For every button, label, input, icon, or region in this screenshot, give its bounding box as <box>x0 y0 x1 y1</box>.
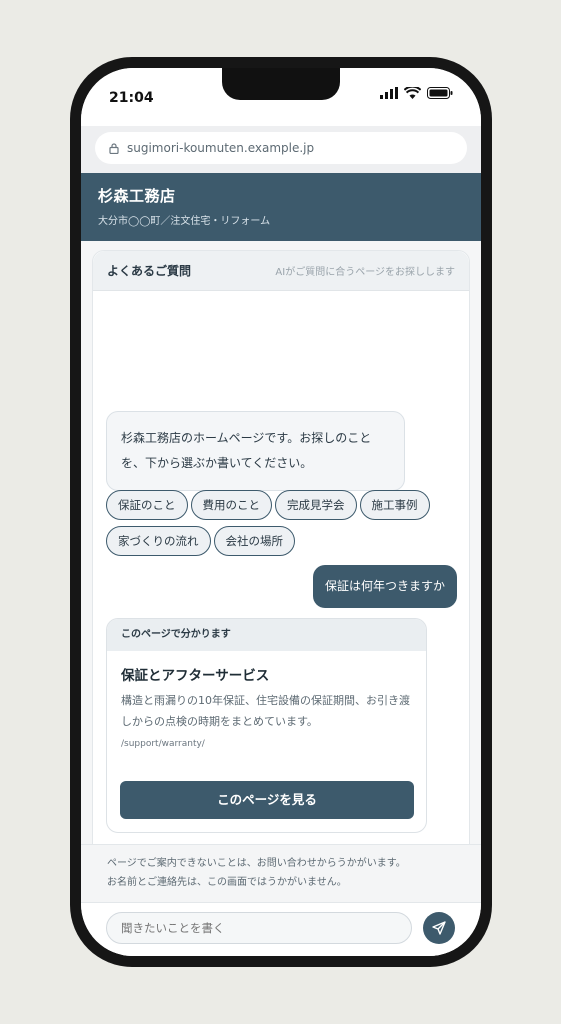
site-subtitle: 大分市◯◯町／注文住宅・リフォーム <box>98 216 271 227</box>
signal-icon <box>380 87 398 99</box>
lock-icon <box>109 142 119 154</box>
answer-path: /support/warranty/ <box>121 739 205 749</box>
browser-toolbar: sugimori-koumuten.example.jp <box>81 126 481 174</box>
notice-line-2: お名前とご連絡先は、この画面ではうかがいません。 <box>107 877 347 888</box>
send-button[interactable] <box>423 912 455 944</box>
message-composer <box>81 902 481 956</box>
suggestion-chips: 保証のこと 費用のこと 完成見学会 施工事例 家づくりの流れ 会社の場所 <box>106 490 466 562</box>
chip-case-studies[interactable]: 施工事例 <box>359 490 430 520</box>
status-time: 21:04 <box>109 90 154 106</box>
site-header: 杉森工務店 大分市◯◯町／注文住宅・リフォーム <box>81 173 481 241</box>
bot-message: 杉森工務店のホームページです。お探しのことを、下から選ぶか書いてください。 <box>106 411 405 491</box>
view-page-button[interactable]: このページを見る <box>120 781 414 819</box>
wifi-icon <box>404 87 421 99</box>
chip-building-process[interactable]: 家づくりの流れ <box>106 526 211 556</box>
faq-title: よくあるご質問 <box>107 264 192 278</box>
chip-warranty[interactable]: 保証のこと <box>106 490 188 520</box>
answer-description: 構造と雨漏りの10年保証、住宅設備の保証期間、お引き渡しからの点検の時期をまとめ… <box>121 694 410 728</box>
message-input[interactable] <box>106 912 412 944</box>
notice-line-1: ページでご案内できないことは、お問い合わせからうかがいます。 <box>107 858 406 869</box>
faq-panel-header: よくあるご質問 AIがご質問に合うページをお探しします <box>93 251 469 291</box>
chip-cost[interactable]: 費用のこと <box>190 490 272 520</box>
user-message: 保証は何年つきますか <box>312 565 457 608</box>
answer-title: 保証とアフターサービス <box>121 668 270 684</box>
url-text: sugimori-koumuten.example.jp <box>127 141 315 155</box>
faq-note: AIがご質問に合うページをお探しします <box>275 267 455 278</box>
privacy-notice: ページでご案内できないことは、お問い合わせからうかがいます。 お名前とご連絡先は… <box>81 844 481 902</box>
site-title: 杉森工務店 <box>98 187 176 205</box>
battery-icon <box>427 87 453 99</box>
send-icon <box>432 921 446 935</box>
chip-company-location[interactable]: 会社の場所 <box>213 526 295 556</box>
phone-frame: 21:04 sugimori-koumuten.example.jp 杉森工務店… <box>70 57 492 967</box>
chip-open-house[interactable]: 完成見学会 <box>275 490 357 520</box>
phone-screen: 21:04 sugimori-koumuten.example.jp 杉森工務店… <box>81 68 481 956</box>
status-icons <box>380 87 453 99</box>
address-bar[interactable]: sugimori-koumuten.example.jp <box>95 132 467 164</box>
answer-card-header: このページで分かります <box>107 619 426 651</box>
status-bar: 21:04 <box>81 68 481 126</box>
dynamic-island <box>222 68 340 100</box>
answer-card: このページで分かります 保証とアフターサービス 構造と雨漏りの10年保証、住宅設… <box>106 618 427 833</box>
